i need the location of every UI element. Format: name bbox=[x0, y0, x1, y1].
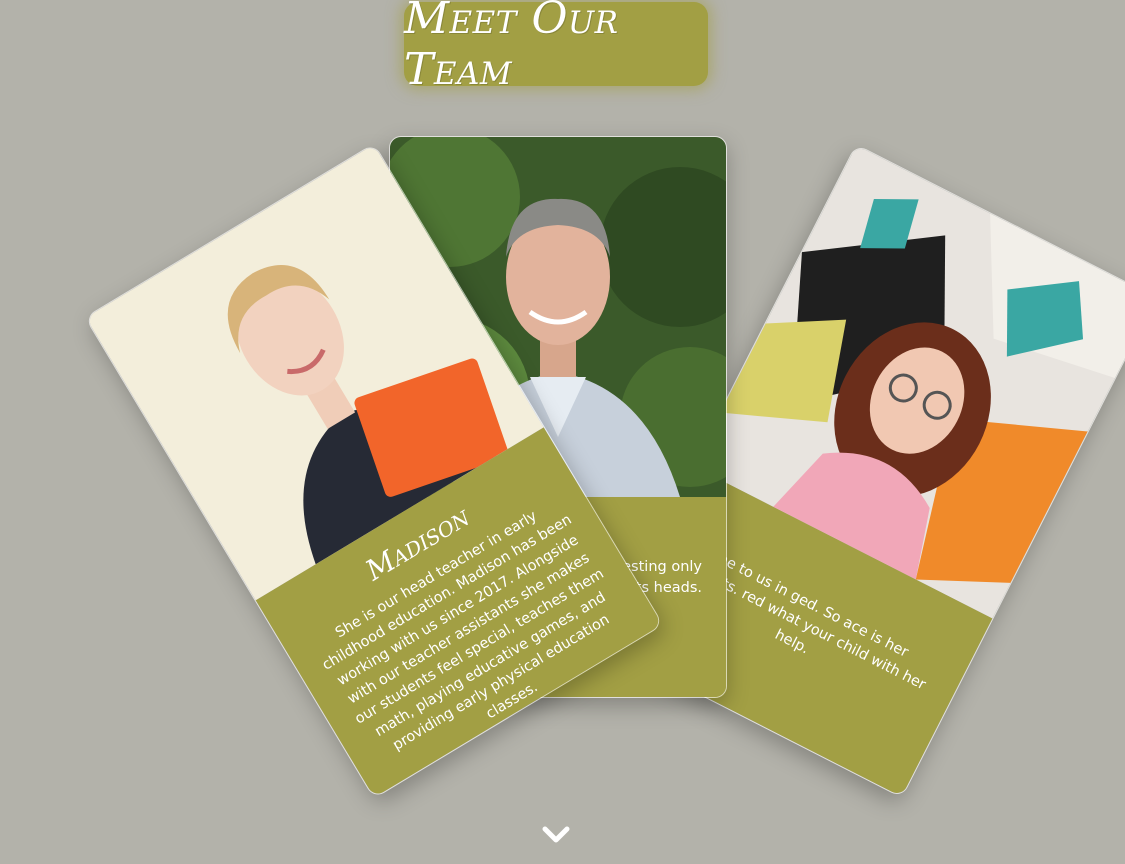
page-title: Meet Our Team bbox=[404, 0, 619, 95]
team-title-banner: Meet Our Team bbox=[404, 0, 708, 95]
chevron-down-icon[interactable] bbox=[542, 823, 570, 847]
